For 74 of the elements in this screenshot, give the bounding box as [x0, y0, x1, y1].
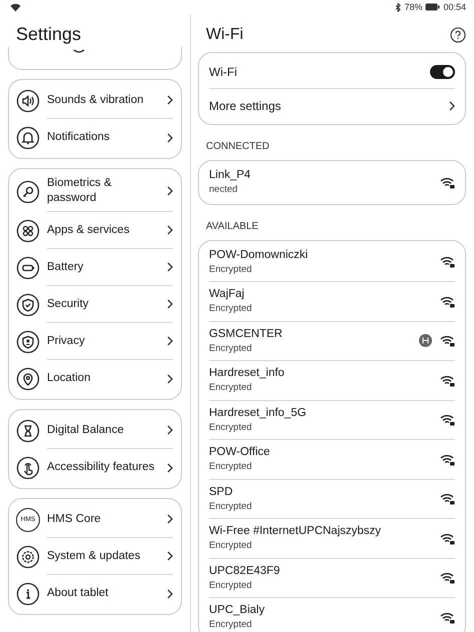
- network-item[interactable]: Wi-Free #InternetUPCNajszybszy Encrypted: [209, 518, 455, 558]
- wifi-title: Wi-Fi: [206, 26, 244, 44]
- chevron-icon: [167, 514, 173, 524]
- bluetooth-icon: [395, 2, 402, 12]
- settings-item[interactable]: About tablet: [9, 575, 181, 612]
- network-item[interactable]: POW-Office Encrypted: [209, 439, 455, 478]
- settings-item[interactable]: System & updates: [9, 538, 181, 575]
- section-header: CONNECTED: [206, 141, 270, 152]
- privacy-icon: [16, 330, 40, 354]
- battery-icon: [16, 256, 40, 280]
- settings-item[interactable]: Digital Balance: [9, 412, 181, 449]
- network-item[interactable]: GSMCENTER Encrypted: [209, 320, 455, 360]
- wifi-lock-icon: [440, 452, 455, 466]
- wifi-lock-icon: [440, 492, 455, 506]
- settings-title: Settings: [16, 24, 82, 46]
- info-icon: [16, 582, 40, 606]
- wifi-lock-icon: [440, 334, 455, 348]
- chevron-icon: [167, 186, 173, 196]
- battery-icon: [425, 3, 440, 11]
- chevron-icon: [167, 299, 173, 309]
- settings-item[interactable]: Sounds & vibration: [9, 82, 181, 119]
- network-item[interactable]: Hardreset_info_5G Encrypted: [209, 400, 455, 439]
- apps-icon: [16, 218, 40, 242]
- chevron-icon: [167, 425, 173, 435]
- wifi-lock-icon: [440, 374, 455, 387]
- wifi-lock-icon: [440, 532, 455, 545]
- network-item[interactable]: Link_P4 nected: [209, 163, 455, 202]
- wifi-lock-icon: [440, 571, 455, 584]
- more-settings-row[interactable]: More settings: [209, 88, 455, 122]
- settings-item[interactable]: Security: [9, 286, 181, 323]
- chevron-icon: [449, 100, 455, 110]
- network-item[interactable]: UPC_Bialy Encrypted: [209, 597, 455, 632]
- network-item[interactable]: POW-Domowniczki Encrypted: [209, 242, 455, 281]
- wifi-lock-icon: [440, 610, 455, 624]
- network-item[interactable]: SPD Encrypted: [209, 478, 455, 518]
- settings-item[interactable]: Accessibility features: [9, 449, 181, 486]
- settings-item[interactable]: Privacy: [9, 323, 181, 360]
- sound-icon: [16, 88, 40, 112]
- shield-icon: [16, 292, 40, 316]
- wifi-lock-icon: [440, 255, 455, 268]
- settings-item[interactable]: Biometrics & password: [9, 171, 181, 212]
- clock: 00:54: [443, 2, 466, 12]
- chevron-icon: [167, 588, 173, 598]
- settings-item[interactable]: Location: [9, 360, 181, 397]
- chevron-icon: [167, 462, 173, 472]
- wifi-label: Wi-Fi: [209, 64, 238, 78]
- network-item[interactable]: Hardreset_info Encrypted: [209, 360, 455, 400]
- wifi-lock-icon: [440, 413, 455, 426]
- wifi-lock-icon: [440, 176, 455, 189]
- hand-icon: [16, 456, 40, 480]
- wifi-icon: [10, 2, 21, 12]
- key-icon: [16, 180, 40, 204]
- chevron-icon: [167, 551, 173, 561]
- network-item[interactable]: UPC82E43F9 Encrypted: [209, 558, 455, 597]
- settings-item[interactable]: Battery: [9, 249, 181, 286]
- bell-icon: [16, 126, 40, 150]
- network-item[interactable]: WajFaj Encrypted: [209, 281, 455, 320]
- chevron-icon: [167, 95, 173, 105]
- chevron-icon: [167, 262, 173, 272]
- help-icon[interactable]: [450, 27, 466, 43]
- chevron-icon: [167, 225, 173, 235]
- chevron-icon: [167, 132, 173, 142]
- location-icon: [16, 366, 40, 390]
- hourglass-icon: [16, 418, 40, 442]
- arc-icon: [73, 49, 85, 55]
- wifi-lock-icon: [440, 294, 455, 308]
- settings-item[interactable]: Apps & services: [9, 212, 181, 249]
- section-header: AVAILABLE: [206, 220, 260, 232]
- battery-percent: 78%: [404, 2, 422, 12]
- wifi-toggle[interactable]: [430, 64, 455, 78]
- settings-item[interactable]: Notifications: [9, 119, 181, 156]
- gear-icon: [16, 544, 40, 568]
- chevron-icon: [167, 336, 173, 346]
- chevron-icon: [167, 374, 173, 384]
